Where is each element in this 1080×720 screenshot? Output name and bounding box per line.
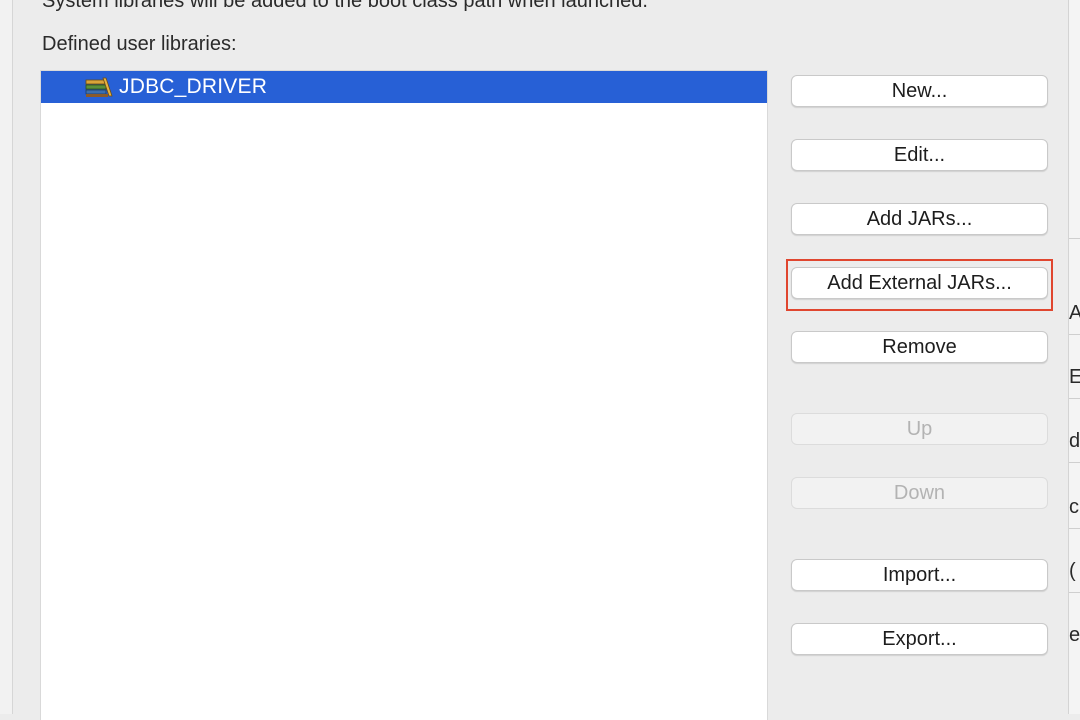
library-icon: [85, 76, 113, 98]
user-libraries-list[interactable]: JDBC_DRIVER: [40, 70, 768, 720]
import-button[interactable]: Import...: [791, 559, 1048, 591]
divider: [1069, 528, 1080, 529]
add-external-jars-button[interactable]: Add External JARs...: [791, 267, 1048, 299]
divider: [1069, 398, 1080, 399]
left-window-edge: [0, 0, 13, 714]
export-button[interactable]: Export...: [791, 623, 1048, 655]
background-window-edge: A E d c ( e: [1068, 0, 1080, 714]
add-jars-button[interactable]: Add JARs...: [791, 203, 1048, 235]
background-text-fragment: d: [1069, 430, 1080, 452]
remove-button[interactable]: Remove: [791, 331, 1048, 363]
divider: [1069, 334, 1080, 335]
divider: [1069, 592, 1080, 593]
background-text-fragment: e: [1069, 624, 1080, 646]
up-button[interactable]: Up: [791, 413, 1048, 445]
library-name: JDBC_DRIVER: [119, 75, 268, 98]
down-button[interactable]: Down: [791, 477, 1048, 509]
edit-button[interactable]: Edit...: [791, 139, 1048, 171]
background-text-fragment: c: [1069, 496, 1079, 518]
divider: [1069, 462, 1080, 463]
defined-user-libraries-label: Defined user libraries:: [42, 33, 237, 55]
background-text-fragment: (: [1069, 560, 1076, 582]
background-text-fragment: E: [1069, 366, 1080, 389]
divider: [1069, 238, 1080, 239]
library-item-jdbc-driver[interactable]: JDBC_DRIVER: [41, 71, 767, 103]
background-text-fragment: A: [1069, 302, 1080, 325]
new-button[interactable]: New...: [791, 75, 1048, 107]
system-libraries-note: System libraries will be added to the bo…: [42, 0, 648, 12]
